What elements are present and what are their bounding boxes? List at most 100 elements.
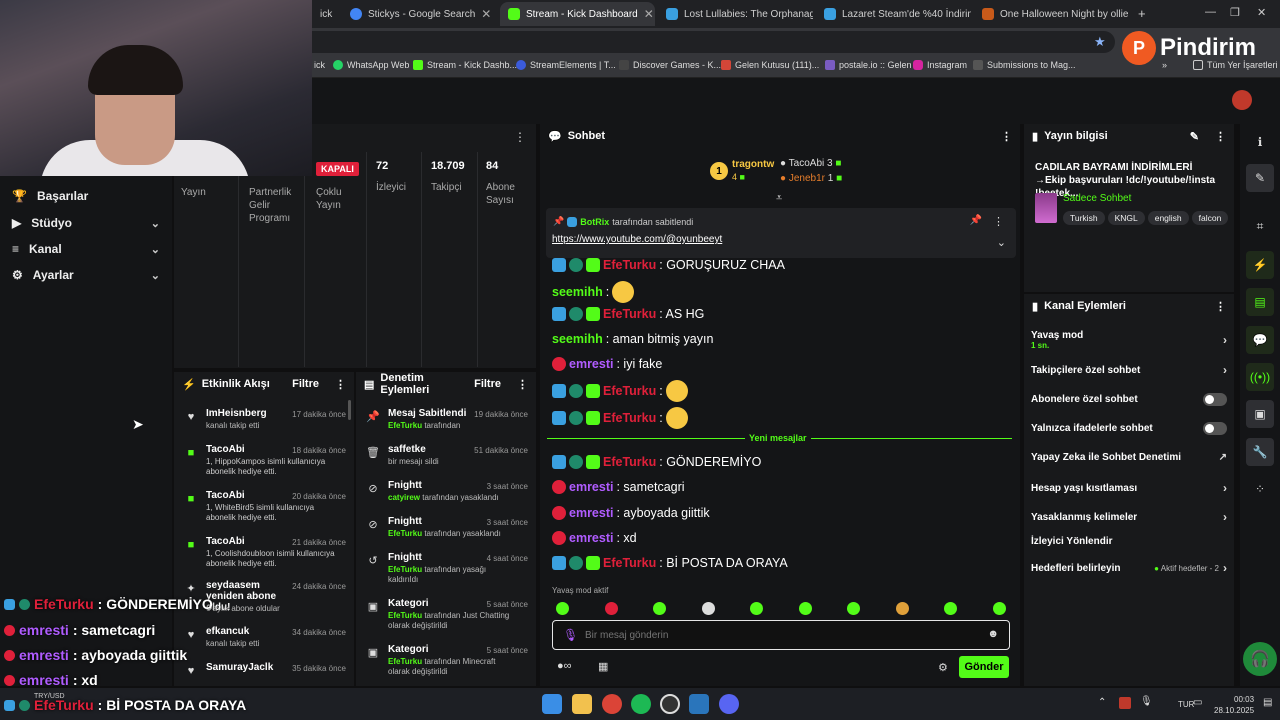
moderation-item[interactable]: ↺ Fnightt 4 saat önce EfeTurku tarafından y… (356, 552, 536, 588)
action-ai-moderation[interactable]: Yapay Zeka ile Sohbet Denetimi ↗ (1031, 452, 1227, 463)
emote-icon[interactable] (847, 602, 860, 615)
chevron-down-icon[interactable]: ⌄ (997, 236, 1006, 249)
layout-icon[interactable]: ⌗ (1246, 212, 1274, 240)
moderation-item[interactable]: 📌 Mesaj Sabitlendi 19 dakika önce EfeTurku … (356, 408, 536, 444)
new-tab-button[interactable]: + (1138, 6, 1146, 21)
tray-app-icon[interactable] (1119, 697, 1131, 709)
network-icon[interactable]: ▭ (1193, 697, 1202, 708)
chat-message[interactable]: emresti: xd (552, 531, 637, 545)
points-icon[interactable]: ●∞ (557, 660, 572, 672)
tray-chevron-icon[interactable]: ⌃ (1098, 697, 1106, 708)
headset-help-icon[interactable]: 🎧 (1243, 642, 1277, 676)
chat-username[interactable]: EfeTurku (603, 307, 656, 321)
action-banned-words[interactable]: Yasaklanmış kelimeler › (1031, 510, 1227, 524)
bookmark-gmail[interactable]: Gelen Kutusu (111)... (721, 60, 819, 70)
emote-icon[interactable] (750, 602, 763, 615)
emote-icon[interactable] (992, 602, 1006, 615)
sidebar-item-settings[interactable]: ⚙ Ayarlar ⌄ (12, 268, 160, 282)
subscribers-only-toggle[interactable] (1203, 393, 1227, 406)
more-options-icon[interactable]: ⋮ (335, 378, 346, 391)
feed-item[interactable]: ■ TacoAbi 20 dakika önce 1, WhiteBird5 isim… (174, 490, 354, 526)
send-button[interactable]: Gönder (959, 656, 1009, 678)
clock[interactable]: 00:03 28.10.2025 (1214, 694, 1254, 716)
chat-message[interactable]: EfeTurku: GÖNDEREMİYO (552, 455, 761, 469)
bolt-icon[interactable]: ⚡ (1246, 251, 1274, 279)
chat-message[interactable]: emresti: iyi fake (552, 357, 662, 371)
spotify-icon[interactable] (631, 694, 651, 714)
file-explorer-icon[interactable] (572, 694, 592, 714)
filter-button[interactable]: Filtre (292, 378, 319, 390)
document-icon[interactable]: ▤ (1246, 288, 1274, 316)
leader-third[interactable]: ● Jeneb1r 1 ■ (780, 173, 842, 184)
filter-button[interactable]: Filtre (474, 378, 501, 390)
emote-icon[interactable] (798, 602, 812, 615)
chat-username[interactable]: EfeTurku (603, 411, 656, 425)
tab-halloween[interactable]: One Halloween Night by ollie✕ (974, 2, 1129, 26)
chat-settings-icon[interactable]: ⚙ (938, 661, 948, 674)
action-slow-mode[interactable]: Yavaş mod 1 sn. › (1031, 330, 1227, 350)
feed-item[interactable]: ♥ ImHeisnberg 17 dakika önce kanalı takip e… (174, 408, 354, 444)
language-indicator[interactable]: TUR (1178, 700, 1194, 709)
close-window-icon[interactable]: ✕ (1257, 6, 1266, 19)
sidebar-item-channel[interactable]: ≡ Kanal ⌄ (12, 242, 160, 256)
moderation-item[interactable]: ▣ Kategori 5 saat önce EfeTurku tarafından … (356, 644, 536, 680)
emotes-only-toggle[interactable] (1203, 422, 1227, 435)
tab-steam-2[interactable]: Lazaret Steam'de %40 İndirimli✕ (816, 2, 971, 26)
minimize-icon[interactable]: — (1205, 6, 1216, 18)
action-emotes-only[interactable]: Yalnızca ifadelerle sohbet (1031, 422, 1227, 435)
steam-icon[interactable] (689, 694, 709, 714)
pinned-by-user[interactable]: BotRix (580, 217, 609, 227)
sidebar-item-achievements[interactable]: 🏆 Başarılar (12, 189, 160, 203)
more-options-icon[interactable]: ⋮ (1215, 300, 1226, 313)
leader-first-name[interactable]: tragontw (732, 159, 774, 170)
tab-kick-dashboard[interactable]: Stream - Kick Dashboard ✕ (500, 2, 655, 26)
tab-google[interactable]: Stickys - Google Search ✕ (342, 2, 497, 26)
store-icon[interactable]: ▦ (598, 660, 608, 673)
chat-username[interactable]: emresti (569, 357, 613, 371)
more-options-icon[interactable]: ⋮ (993, 215, 1004, 228)
stream-category[interactable]: Sadece Sohbet (1063, 193, 1131, 204)
chat-message[interactable]: EfeTurku: GORUŞURUZ CHAA (552, 258, 785, 272)
obs-icon[interactable] (660, 694, 680, 714)
edit-icon[interactable]: ✎ (1246, 164, 1274, 192)
chat-username[interactable]: seemihh (552, 332, 603, 346)
chat-username[interactable]: emresti (569, 531, 613, 545)
feed-item[interactable]: ♥ SamurayJaclk 35 dakika önce (174, 662, 354, 686)
emote-icon[interactable] (944, 602, 957, 615)
action-goals[interactable]: Hedefleri belirleyin ● Aktif hedefler - 2… (1031, 561, 1227, 575)
emote-icon[interactable] (604, 602, 618, 615)
moderation-item[interactable]: ⊘ Fnightt 3 saat önce catyirew tarafından y… (356, 480, 536, 516)
chat-username[interactable]: emresti (569, 480, 613, 494)
edit-icon[interactable]: ✎ (1190, 130, 1199, 143)
bookmark-kick[interactable]: Stream - Kick Dashb... (413, 60, 517, 70)
chat-message[interactable]: seemihh: aman bitmiş yayın (552, 332, 713, 346)
pinned-link[interactable]: https://www.youtube.com/@oyunbeeyt (552, 234, 722, 245)
chat-message[interactable]: EfeTurku: AS HG (552, 307, 704, 321)
microphone-icon[interactable]: 🎙 (563, 628, 578, 642)
feed-item[interactable]: ♥ efkancuk 34 dakika önce kanalı takip etti (174, 626, 354, 662)
action-followers-only[interactable]: Takipçilere özel sohbet › (1031, 363, 1227, 377)
chat-username[interactable]: EfeTurku (603, 455, 656, 469)
chat-username[interactable]: EfeTurku (603, 556, 656, 570)
emote-icon[interactable] (895, 602, 909, 615)
bookmark-fragment[interactable]: ick (314, 60, 325, 70)
chat-input-box[interactable]: 🎙 ☻ (552, 620, 1010, 650)
collapse-icon[interactable]: ⩡ (776, 192, 782, 205)
chat-message[interactable]: EfeTurku: (552, 407, 688, 429)
wrench-icon[interactable]: 🔧 (1246, 438, 1274, 466)
action-account-age[interactable]: Hesap yaşı kısıtlaması › (1031, 481, 1227, 495)
microphone-tray-icon[interactable]: 🎙 (1140, 696, 1153, 707)
chat-input[interactable] (585, 626, 965, 644)
tab-fragment[interactable]: ick (312, 2, 342, 26)
chat-username[interactable]: emresti (569, 506, 613, 520)
chat-message[interactable]: emresti: sametcagri (552, 480, 685, 494)
feed-item[interactable]: ■ TacoAbi 18 dakika önce 1, HippoKampos isi… (174, 444, 354, 480)
broadcast-icon[interactable]: ((•)) (1246, 363, 1274, 391)
unpin-icon[interactable]: 📌 (970, 215, 982, 226)
bookmark-instagram[interactable]: Instagram (913, 60, 967, 70)
emoji-picker-icon[interactable]: ☻ (987, 628, 999, 640)
maximize-icon[interactable]: ❐ (1230, 6, 1240, 19)
chat-message[interactable]: seemihh: (552, 281, 635, 303)
stream-info-icon[interactable]: ▣ (1246, 400, 1274, 428)
user-avatar[interactable] (1232, 90, 1252, 110)
